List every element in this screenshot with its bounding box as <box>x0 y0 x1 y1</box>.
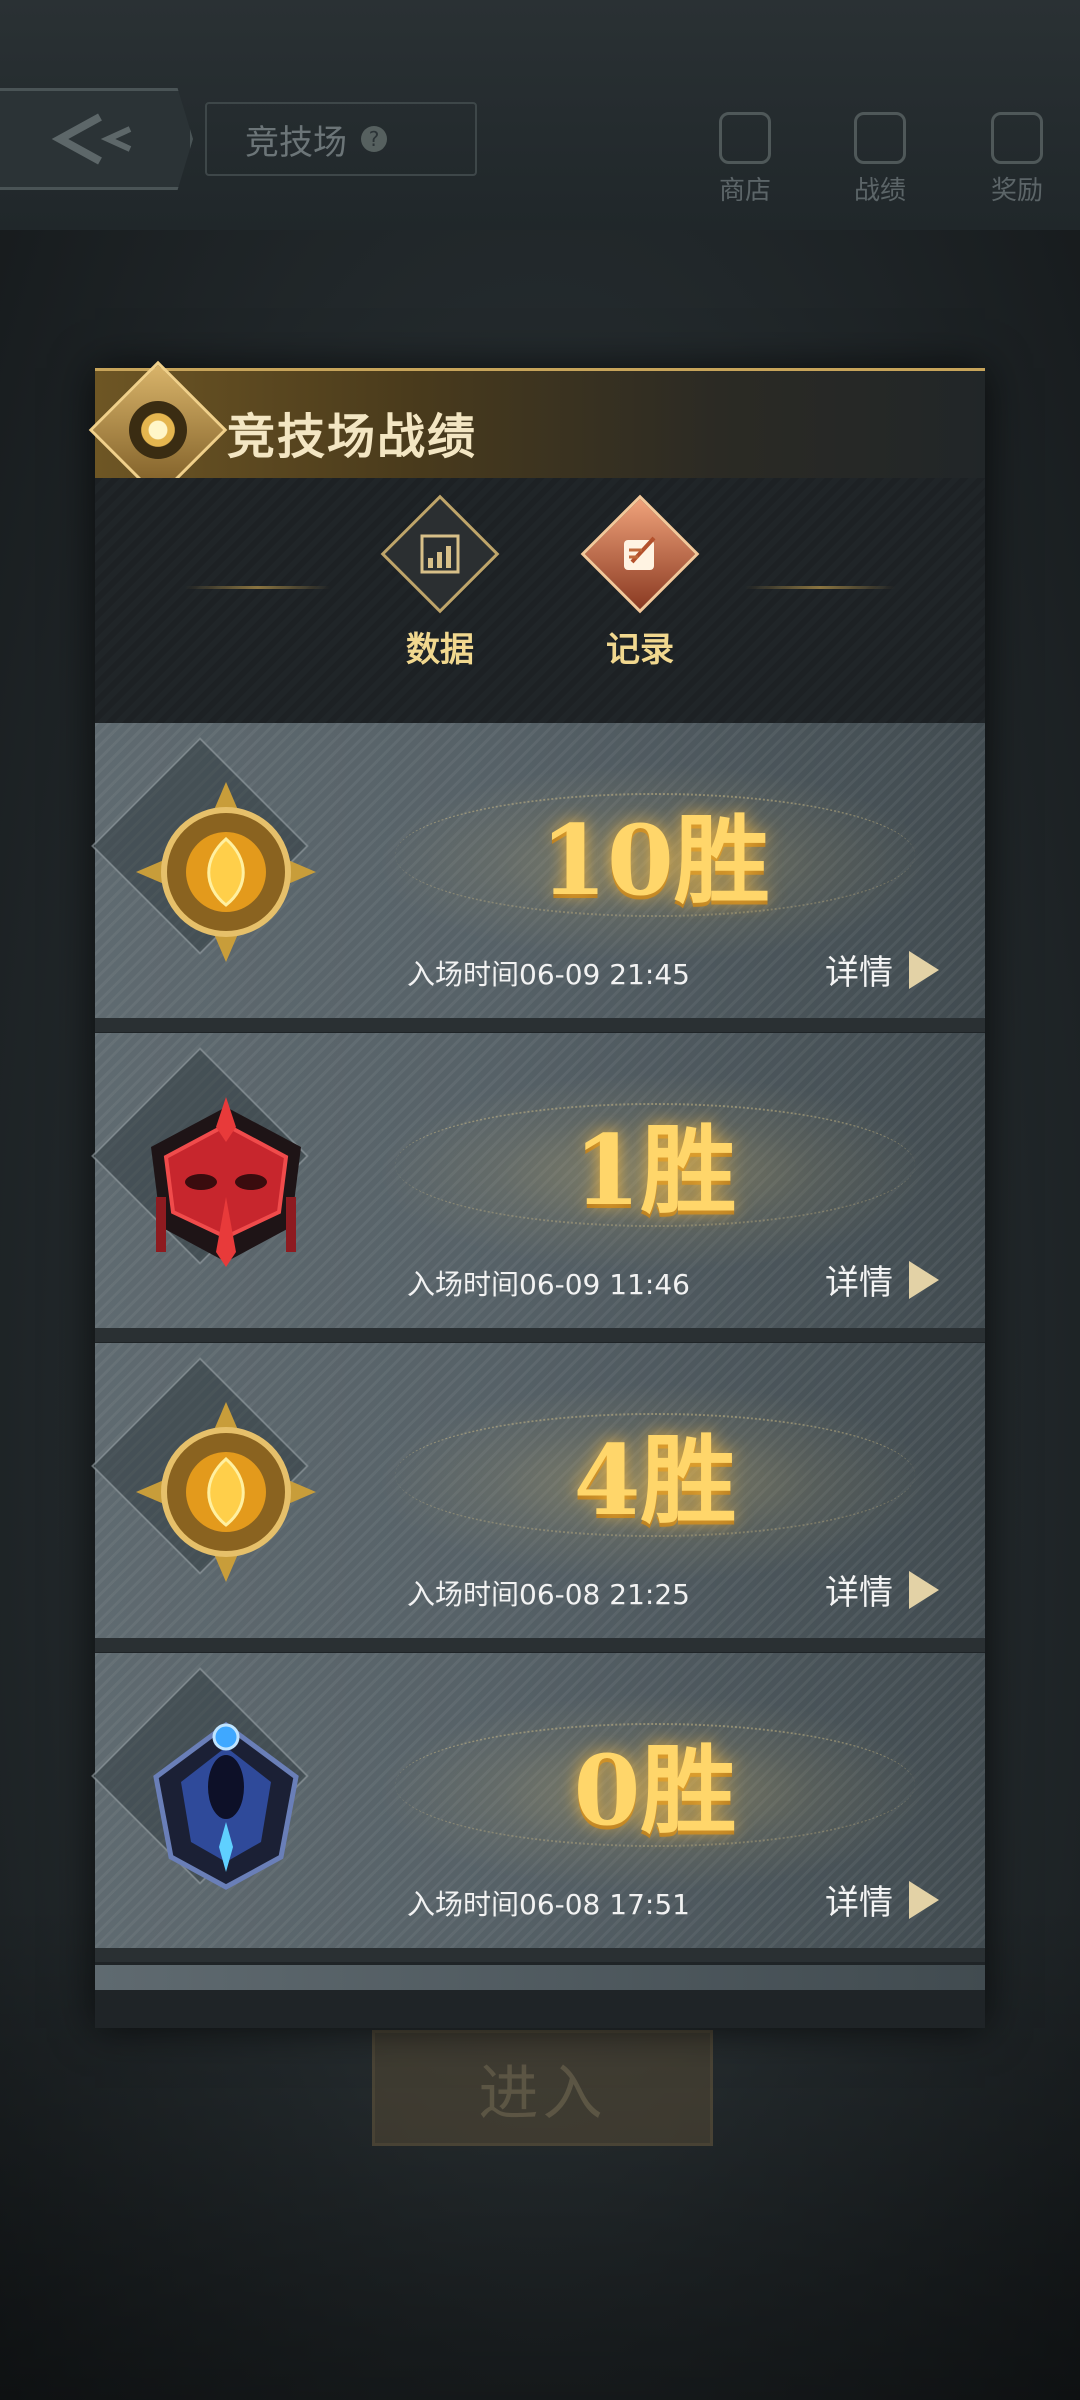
nav-record-label: 战绩 <box>853 176 906 206</box>
record-card: 10胜 入场时间06-09 21:45 详情 <box>91 723 985 1032</box>
entry-time: 入场时间06-08 21:25 <box>407 1578 690 1611</box>
red-mask-medal-icon <box>151 1097 301 1267</box>
nav-reward-label: 奖励 <box>990 176 1043 206</box>
win-count: 1胜 <box>573 1114 737 1227</box>
shop-icon <box>719 112 771 164</box>
blue-helmet-medal-icon <box>153 1721 299 1890</box>
tab-divider-right <box>745 586 895 589</box>
detail-button[interactable]: 详情 <box>825 1255 939 1304</box>
play-arrow-icon <box>909 1880 939 1919</box>
entry-time: 入场时间06-09 21:45 <box>407 958 690 991</box>
win-count: 10胜 <box>540 804 770 917</box>
panel-title: 竞技场战绩 <box>227 409 478 465</box>
detail-label: 详情 <box>825 1883 893 1923</box>
gold-medal-icon <box>136 782 316 962</box>
detail-button[interactable]: 详情 <box>825 1875 939 1924</box>
nav-shop-label: 商店 <box>718 176 771 206</box>
record-card: 0胜 入场时间06-08 17:51 详情 <box>91 1653 985 1962</box>
enter-button[interactable]: 进入 <box>372 2030 713 2146</box>
nav-reward[interactable]: 奖励 <box>962 112 1072 207</box>
detail-button[interactable]: 详情 <box>825 1565 939 1614</box>
tab-bar: 数据 记录 <box>95 478 985 723</box>
nav-shop[interactable]: 商店 <box>690 112 800 207</box>
gift-icon <box>991 112 1043 164</box>
entry-time: 入场时间06-09 11:46 <box>407 1268 690 1301</box>
detail-label: 详情 <box>825 1263 893 1303</box>
detail-button[interactable]: 详情 <box>825 945 939 994</box>
tab-data[interactable]: 数据 <box>380 494 500 671</box>
tab-records[interactable]: 记录 <box>580 494 700 671</box>
background-page-title: 竞技场 ? <box>205 102 477 176</box>
tab-data-label: 数据 <box>406 630 474 670</box>
gold-medal-icon <box>136 1402 316 1582</box>
back-arrow-icon <box>51 113 132 165</box>
detail-label: 详情 <box>825 1573 893 1613</box>
panel-header: 竞技场战绩 <box>88 360 985 500</box>
shield-icon <box>854 112 906 164</box>
play-arrow-icon <box>909 1260 939 1299</box>
back-button[interactable] <box>0 88 193 190</box>
help-icon[interactable]: ? <box>361 126 387 152</box>
scroll-quill-icon <box>624 536 656 570</box>
record-card: 1胜 入场时间06-09 11:46 详情 <box>91 1033 985 1342</box>
play-arrow-icon <box>909 1570 939 1609</box>
detail-label: 详情 <box>825 953 893 993</box>
background-title-text: 竞技场 <box>245 122 347 163</box>
nav-record[interactable]: 战绩 <box>825 112 935 207</box>
chart-icon <box>420 534 460 574</box>
tab-divider-left <box>185 586 330 589</box>
record-card: 4胜 入场时间06-08 21:25 详情 <box>91 1343 985 1652</box>
tab-records-label: 记录 <box>606 630 674 670</box>
win-count: 4胜 <box>573 1424 737 1537</box>
record-card-partial <box>95 1965 985 1990</box>
play-arrow-icon <box>909 950 939 989</box>
win-count: 0胜 <box>573 1734 737 1847</box>
arena-record-panel: 竞技场战绩 数据 记录 10胜 入场时间06-09 21:45 详情 1胜 入场… <box>88 360 985 2028</box>
entry-time: 入场时间06-08 17:51 <box>407 1888 690 1921</box>
